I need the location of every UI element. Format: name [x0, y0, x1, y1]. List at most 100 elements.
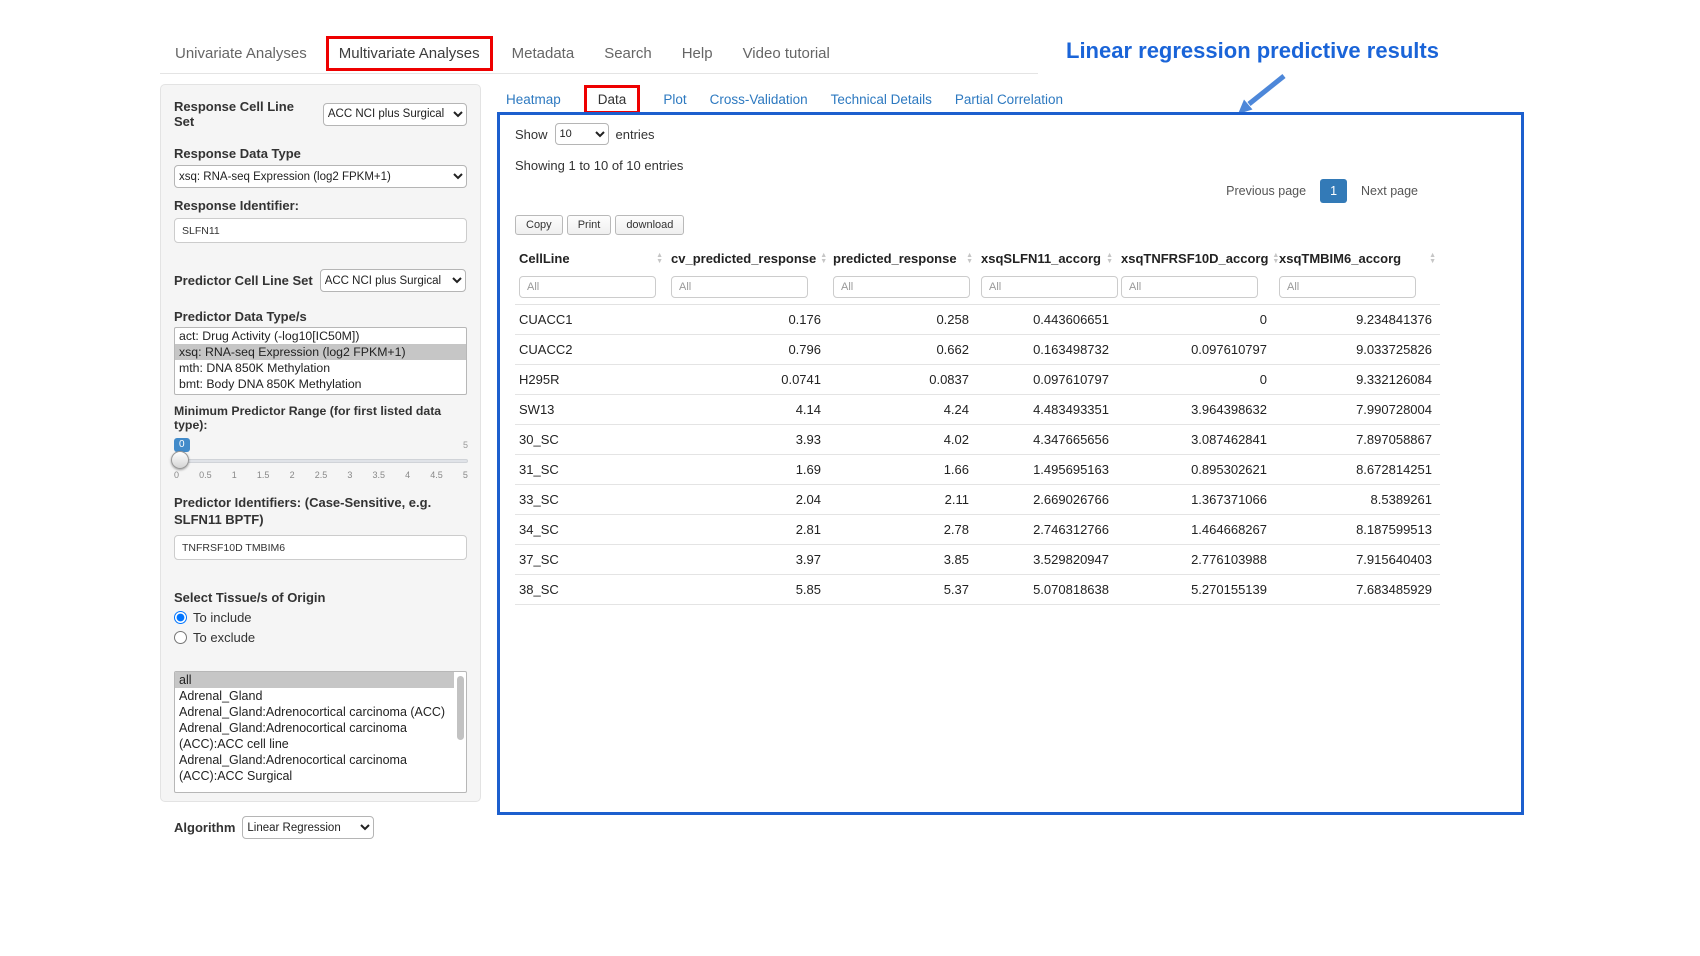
column-header-xsqslfn11-accorg[interactable]: xsqSLFN11_accorg ▲▼	[977, 244, 1117, 273]
print-button[interactable]: Print	[567, 215, 612, 235]
response-data-type-select[interactable]: xsq: RNA-seq Expression (log2 FPKM+1)	[174, 165, 467, 188]
cell: 4.483493351	[977, 395, 1117, 425]
cell: 0.176	[667, 305, 829, 335]
cell: 0.258	[829, 305, 977, 335]
cell: 4.02	[829, 425, 977, 455]
list-option[interactable]: Adrenal_Gland	[175, 688, 454, 704]
algorithm-select[interactable]: Linear Regression	[242, 816, 374, 839]
filter-input-predicted-response[interactable]	[833, 276, 970, 298]
sort-icon[interactable]: ▲▼	[1106, 253, 1113, 265]
result-tabs: Heatmap Data Plot Cross-Validation Techn…	[506, 86, 1063, 112]
slider-track[interactable]	[174, 459, 468, 463]
show-entries-select[interactable]: 10	[555, 123, 609, 145]
min-predictor-range-slider[interactable]: 0 5 00.511.522.533.544.55	[174, 438, 468, 486]
sort-icon[interactable]: ▲▼	[966, 253, 973, 265]
filter-input-xsqtmbim6-accorg[interactable]	[1279, 276, 1416, 298]
page-number-button[interactable]: 1	[1320, 179, 1347, 203]
predictor-data-types-listbox: act: Drug Activity (-log10[IC50M]) xsq: …	[174, 327, 467, 395]
list-option[interactable]: bmt: Body DNA 850K Methylation	[175, 376, 466, 392]
cell-cellline: 34_SC	[515, 515, 667, 545]
sidebar-form: Response Cell Line Set ACC NCI plus Surg…	[160, 84, 481, 802]
slider-handle[interactable]	[171, 451, 189, 469]
cell: 7.990728004	[1275, 395, 1440, 425]
cell-cellline: 37_SC	[515, 545, 667, 575]
column-header-xsqtmbim6-accorg[interactable]: xsqTMBIM6_accorg ▲▼	[1275, 244, 1440, 273]
cell: 1.464668267	[1117, 515, 1275, 545]
filter-input-xsqslfn11-accorg[interactable]	[981, 276, 1118, 298]
filter-input-xsqtnfrsf10d-accorg[interactable]	[1121, 276, 1258, 298]
list-option[interactable]: act: Drug Activity (-log10[IC50M])	[175, 328, 466, 344]
predictor-identifiers-input[interactable]	[174, 535, 467, 560]
tab-heatmap[interactable]: Heatmap	[506, 92, 561, 107]
show-label: Show	[515, 127, 548, 142]
list-option-selected[interactable]: all	[175, 672, 454, 688]
main-nav: Univariate Analyses Multivariate Analyse…	[160, 34, 1038, 74]
cell: 3.087462841	[1117, 425, 1275, 455]
column-label: xsqSLFN11_accorg	[981, 251, 1101, 266]
column-header-xsqtnfrsf10d-accorg[interactable]: xsqTNFRSF10D_accorg▲▼	[1117, 244, 1275, 273]
table-row: CUACC2 0.796 0.662 0.163498732 0.0976107…	[515, 335, 1440, 365]
cell: 1.66	[829, 455, 977, 485]
next-page-button[interactable]: Next page	[1354, 179, 1425, 203]
pagination: Previous page 1 Next page	[515, 179, 1425, 203]
column-label: xsqTMBIM6_accorg	[1279, 251, 1401, 266]
cell: 5.270155139	[1117, 575, 1275, 605]
nav-video-tutorial[interactable]: Video tutorial	[728, 45, 845, 62]
filter-input-cellline[interactable]	[519, 276, 656, 298]
sort-icon[interactable]: ▲▼	[1429, 253, 1436, 265]
scrollbar-thumb[interactable]	[457, 676, 464, 740]
response-cell-line-set-select[interactable]: ACC NCI plus Surgical	[323, 103, 467, 126]
list-option[interactable]: Adrenal_Gland:Adrenocortical carcinoma (…	[175, 704, 454, 720]
tab-technical-details[interactable]: Technical Details	[831, 92, 932, 107]
tissue-exclude-option[interactable]: To exclude	[174, 630, 467, 645]
nav-multivariate-analyses[interactable]: Multivariate Analyses	[326, 36, 493, 71]
to-exclude-radio[interactable]	[174, 631, 187, 644]
cell: 0.0741	[667, 365, 829, 395]
column-label: cv_predicted_response	[671, 251, 816, 266]
cell: 9.033725826	[1275, 335, 1440, 365]
cell-cellline: 31_SC	[515, 455, 667, 485]
copy-button[interactable]: Copy	[515, 215, 563, 235]
column-header-cv-predicted-response[interactable]: cv_predicted_response ▲▼	[667, 244, 829, 273]
cell: 7.915640403	[1275, 545, 1440, 575]
cell: 2.776103988	[1117, 545, 1275, 575]
cell: 0.163498732	[977, 335, 1117, 365]
cell: 9.332126084	[1275, 365, 1440, 395]
cell: 3.85	[829, 545, 977, 575]
response-identifier-label: Response Identifier:	[174, 198, 467, 213]
nav-metadata[interactable]: Metadata	[497, 45, 590, 62]
tab-partial-correlation[interactable]: Partial Correlation	[955, 92, 1063, 107]
cell: 4.24	[829, 395, 977, 425]
filter-input-cv-predicted-response[interactable]	[671, 276, 808, 298]
cell: 4.347665656	[977, 425, 1117, 455]
table-row: 34_SC 2.81 2.78 2.746312766 1.464668267 …	[515, 515, 1440, 545]
cell: 5.37	[829, 575, 977, 605]
previous-page-button[interactable]: Previous page	[1219, 179, 1313, 203]
cell: 0.443606651	[977, 305, 1117, 335]
sort-icon[interactable]: ▲▼	[820, 253, 827, 265]
tissue-include-option[interactable]: To include	[174, 610, 467, 625]
cell-cellline: 30_SC	[515, 425, 667, 455]
nav-help[interactable]: Help	[667, 45, 728, 62]
tab-plot[interactable]: Plot	[663, 92, 686, 107]
list-option[interactable]: Adrenal_Gland:Adrenocortical carcinoma (…	[175, 720, 454, 752]
download-button[interactable]: download	[615, 215, 684, 235]
cell: 8.187599513	[1275, 515, 1440, 545]
list-option-selected[interactable]: xsq: RNA-seq Expression (log2 FPKM+1)	[175, 344, 466, 360]
response-identifier-input[interactable]	[174, 218, 467, 243]
nav-univariate-analyses[interactable]: Univariate Analyses	[160, 45, 322, 62]
slider-ticks: 00.511.522.533.544.55	[174, 470, 468, 480]
list-option[interactable]: mth: DNA 850K Methylation	[175, 360, 466, 376]
nav-search[interactable]: Search	[589, 45, 667, 62]
cell: 0.796	[667, 335, 829, 365]
predictor-data-types-label: Predictor Data Type/s	[174, 309, 467, 324]
sort-icon[interactable]: ▲▼	[656, 253, 663, 265]
tab-data[interactable]: Data	[584, 85, 641, 114]
column-header-predicted-response[interactable]: predicted_response▲▼	[829, 244, 977, 273]
column-header-cellline[interactable]: CellLine▲▼	[515, 244, 667, 273]
table-row: 31_SC 1.69 1.66 1.495695163 0.895302621 …	[515, 455, 1440, 485]
to-include-radio[interactable]	[174, 611, 187, 624]
tab-cross-validation[interactable]: Cross-Validation	[710, 92, 808, 107]
predictor-cell-line-set-select[interactable]: ACC NCI plus Surgical	[320, 269, 466, 292]
list-option[interactable]: Adrenal_Gland:Adrenocortical carcinoma (…	[175, 752, 454, 784]
